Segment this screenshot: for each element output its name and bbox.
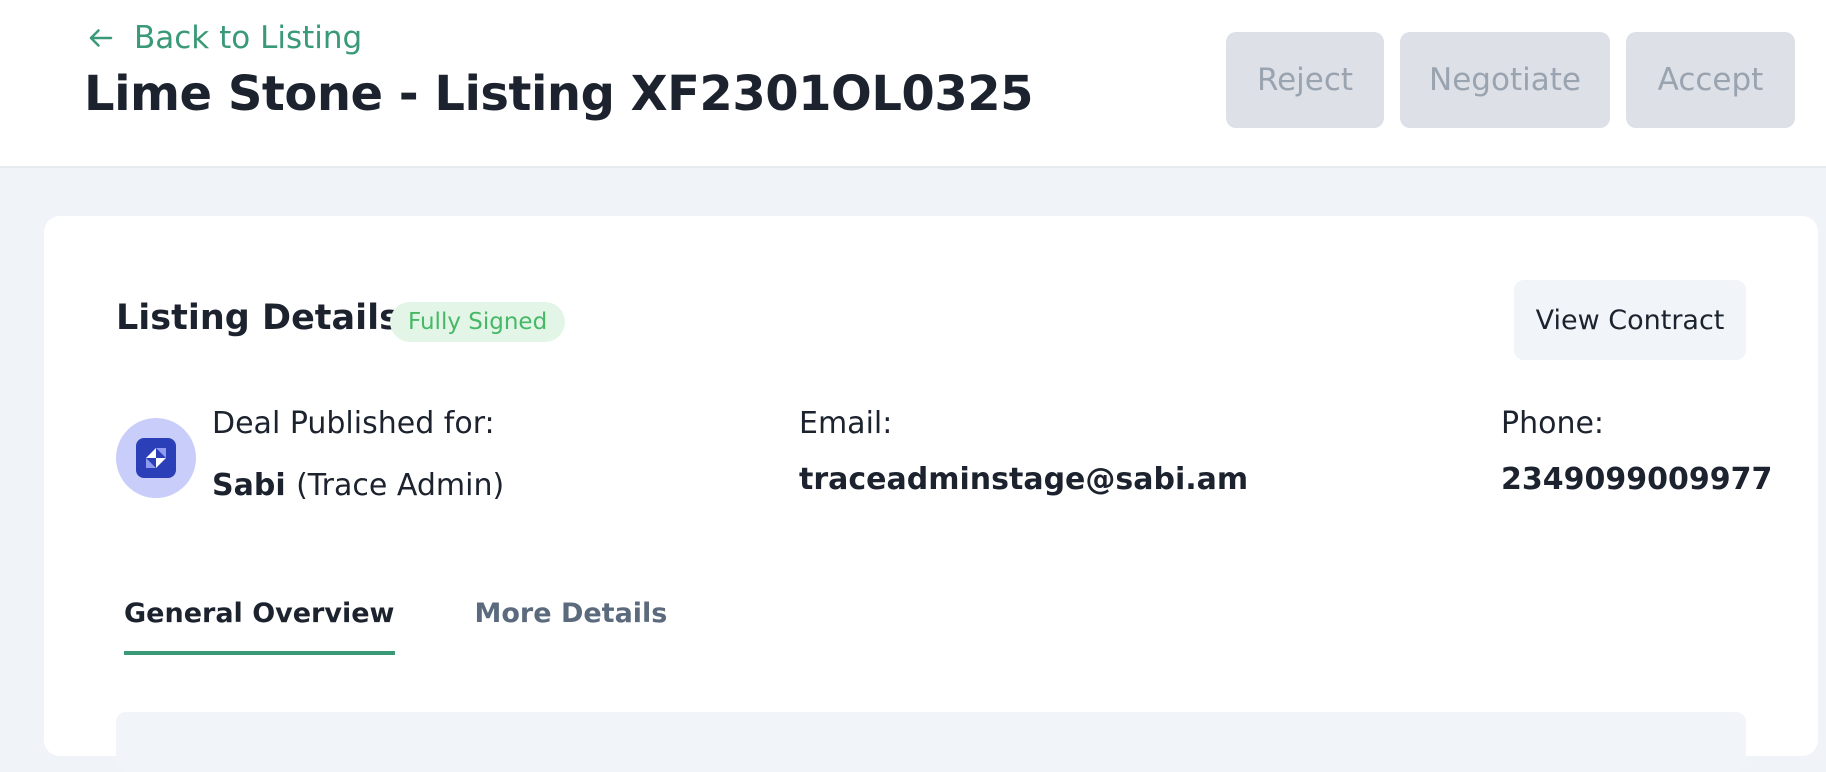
section-title: Listing Details [116,298,400,338]
view-contract-button[interactable]: View Contract [1514,280,1746,360]
publisher-label: Deal Published for: [212,406,495,441]
phone-value: 2349099009977 [1501,462,1773,497]
reject-button[interactable]: Reject [1226,32,1384,128]
status-badge: Fully Signed [390,302,566,342]
back-link-label: Back to Listing [134,20,363,56]
arrow-left-icon [89,29,113,47]
publisher-name: Sabi [212,468,286,503]
tab-bar: General Overview More Details [124,598,667,655]
email-value: traceadminstage@sabi.am [799,462,1249,497]
page-header: Back to Listing Lime Stone - Listing XF2… [0,0,1826,168]
tab-content-panel [116,712,1746,772]
negotiate-button[interactable]: Negotiate [1400,32,1610,128]
back-to-listing-link[interactable]: Back to Listing [86,20,362,56]
tab-general-overview[interactable]: General Overview [124,598,395,655]
tab-more-details[interactable]: More Details [475,598,668,655]
email-label: Email: [799,406,893,441]
company-logo-icon [136,438,176,478]
publisher-value: Sabi (Trace Admin) [212,468,504,503]
page-title: Lime Stone - Listing XF2301OL0325 [84,66,1034,122]
action-buttons: Reject Negotiate Accept [1226,32,1795,128]
listing-details-card: Listing Details Fully Signed View Contra… [44,216,1818,772]
phone-label: Phone: [1501,406,1605,441]
avatar [116,418,196,498]
publisher-role: (Trace Admin) [296,468,505,503]
accept-button[interactable]: Accept [1626,32,1795,128]
